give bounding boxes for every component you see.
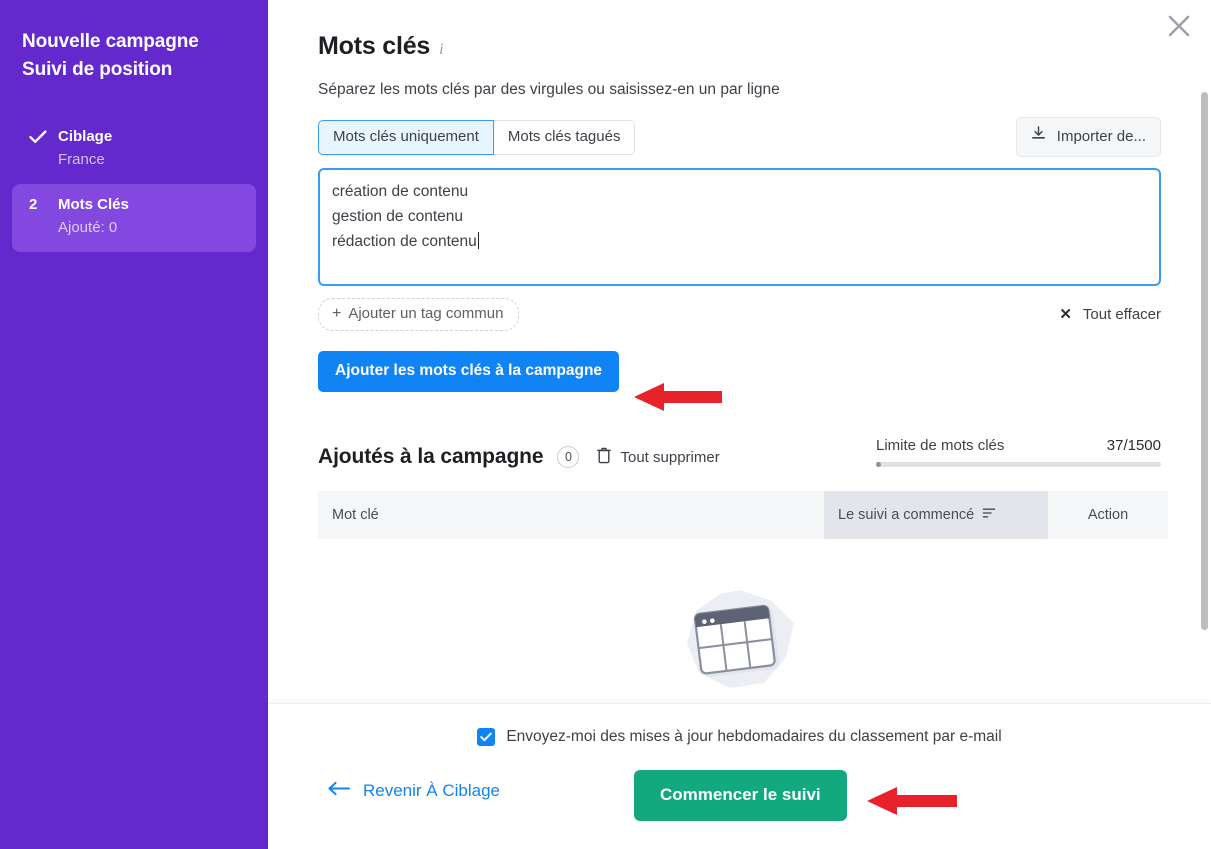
- sidebar-title: Nouvelle campagne Suivi de position: [0, 28, 268, 84]
- page-subtitle: Séparez les mots clés par des virgules o…: [318, 81, 780, 98]
- keyword-limit-value: 37/1500: [1106, 437, 1161, 454]
- sidebar: Nouvelle campagne Suivi de position Cibl…: [0, 0, 268, 849]
- sidebar-item-sub-ciblage: France: [58, 151, 105, 168]
- tab-keywords-only[interactable]: Mots clés uniquement: [318, 119, 494, 155]
- keyword-limit-label: Limite de mots clés: [876, 437, 1005, 454]
- import-from-button[interactable]: Importer de...: [1015, 117, 1161, 157]
- close-small-icon: ✕: [1059, 305, 1072, 323]
- step-check-marker: [24, 126, 58, 144]
- sort-icon: [982, 507, 996, 523]
- sidebar-steps: Ciblage France 2 Mots Clés Ajouté: 0: [0, 116, 268, 252]
- keyword-line-2: gestion de contenu: [332, 208, 463, 225]
- column-header-keyword[interactable]: Mot clé: [318, 491, 824, 539]
- keyword-mode-toggle: Mots clés uniquement Mots clés tagués: [318, 119, 636, 155]
- add-common-tag-button[interactable]: + Ajouter un tag commun: [318, 298, 520, 331]
- annotation-arrow-start-tracking: [867, 784, 957, 818]
- step-body: Mots Clés Ajouté: 0: [58, 194, 129, 240]
- keyword-line-3: rédaction de contenu: [332, 229, 1147, 254]
- step-body: Ciblage France: [58, 126, 112, 172]
- empty-state: [318, 587, 1161, 691]
- keyword-line-3-text: rédaction de contenu: [332, 233, 477, 250]
- keyword-limit-bar: [876, 462, 1161, 467]
- keywords-table-head: Mot clé Le suivi a commencé Action: [318, 491, 1168, 539]
- plus-icon: +: [332, 305, 342, 322]
- main-content: Mots clés i Séparez les mots clés par de…: [268, 0, 1211, 703]
- add-keywords-button[interactable]: Ajouter les mots clés à la campagne: [318, 351, 620, 392]
- trash-icon: [597, 447, 612, 468]
- weekly-updates-row: Envoyez-moi des mises à jour hebdomadair…: [268, 728, 1211, 746]
- close-icon[interactable]: [1161, 8, 1197, 44]
- added-left-group: Ajoutés à la campagne 0 Tout supprimer: [318, 445, 720, 469]
- column-header-keyword-label: Mot clé: [332, 507, 379, 523]
- weekly-updates-checkbox[interactable]: [477, 728, 496, 746]
- column-header-action-label: Action: [1087, 507, 1129, 523]
- tag-row: + Ajouter un tag commun ✕ Tout effacer: [318, 298, 1161, 331]
- added-section-title: Ajoutés à la campagne: [318, 445, 544, 468]
- back-to-targeting-label: Revenir À Ciblage: [363, 781, 501, 800]
- text-caret: [477, 232, 479, 249]
- keyword-limit-fill: [876, 462, 881, 467]
- step-number-marker: 2: [29, 196, 38, 213]
- tab-tagged-keywords[interactable]: Mots clés tagués: [493, 119, 636, 155]
- weekly-updates-label: Envoyez-moi des mises à jour hebdomadair…: [506, 728, 1002, 745]
- check-icon: [480, 732, 493, 742]
- info-icon[interactable]: i: [439, 41, 443, 59]
- annotation-arrow-add-keywords: [634, 380, 722, 414]
- table-header-row: Mot clé Le suivi a commencé Action: [318, 491, 1168, 539]
- page-title: Mots clés i: [318, 32, 1161, 61]
- sidebar-title-line2: Suivi de position: [22, 59, 173, 80]
- download-icon: [1030, 125, 1047, 148]
- page-title-text: Mots clés: [318, 32, 431, 60]
- keyword-limit: Limite de mots clés 37/1500: [876, 437, 1161, 469]
- arrow-left-icon: [328, 781, 350, 801]
- keyword-limit-top: Limite de mots clés 37/1500: [876, 437, 1161, 454]
- footer-actions: Revenir À Ciblage Commencer le suivi: [268, 770, 1211, 822]
- clear-all-label: Tout effacer: [1082, 305, 1161, 323]
- tabs-row: Mots clés uniquement Mots clés tagués Im…: [318, 117, 1161, 157]
- import-from-label: Importer de...: [1056, 127, 1146, 145]
- delete-all-button[interactable]: Tout supprimer: [597, 447, 720, 468]
- campaign-wizard: Nouvelle campagne Suivi de position Cibl…: [0, 0, 1211, 849]
- sidebar-item-sub-mots-cles: Ajouté: 0: [58, 219, 118, 236]
- column-header-tracking-inner: Le suivi a commencé: [838, 507, 996, 523]
- add-common-tag-label: Ajouter un tag commun: [348, 305, 504, 322]
- column-header-action: Action: [1048, 491, 1168, 539]
- main-panel: Mots clés i Séparez les mots clés par de…: [268, 0, 1211, 849]
- keywords-table: Mot clé Le suivi a commencé Action: [318, 491, 1168, 539]
- keywords-textarea[interactable]: création de contenu gestion de contenu r…: [318, 168, 1161, 286]
- clear-all-button[interactable]: ✕ Tout effacer: [1059, 305, 1161, 325]
- column-header-tracking[interactable]: Le suivi a commencé: [824, 491, 1048, 539]
- sidebar-item-mots-cles[interactable]: 2 Mots Clés Ajouté: 0: [12, 184, 256, 252]
- added-count-badge: 0: [557, 446, 580, 468]
- start-tracking-button[interactable]: Commencer le suivi: [634, 770, 847, 821]
- added-section-header: Ajoutés à la campagne 0 Tout supprimer L…: [318, 437, 1161, 469]
- sidebar-item-ciblage[interactable]: Ciblage France: [12, 116, 256, 184]
- check-icon: [29, 130, 47, 143]
- sidebar-title-line1: Nouvelle campagne: [22, 31, 199, 52]
- footer: Envoyez-moi des mises à jour hebdomadair…: [268, 703, 1211, 849]
- column-header-tracking-label: Le suivi a commencé: [838, 507, 975, 523]
- empty-table-illustration: [686, 590, 794, 688]
- back-to-targeting-link[interactable]: Revenir À Ciblage: [328, 781, 500, 801]
- keyword-line-1: création de contenu: [332, 183, 469, 200]
- sidebar-item-label-ciblage: Ciblage: [58, 128, 113, 145]
- delete-all-label: Tout supprimer: [620, 448, 720, 466]
- sidebar-item-label-mots-cles: Mots Clés: [58, 196, 129, 213]
